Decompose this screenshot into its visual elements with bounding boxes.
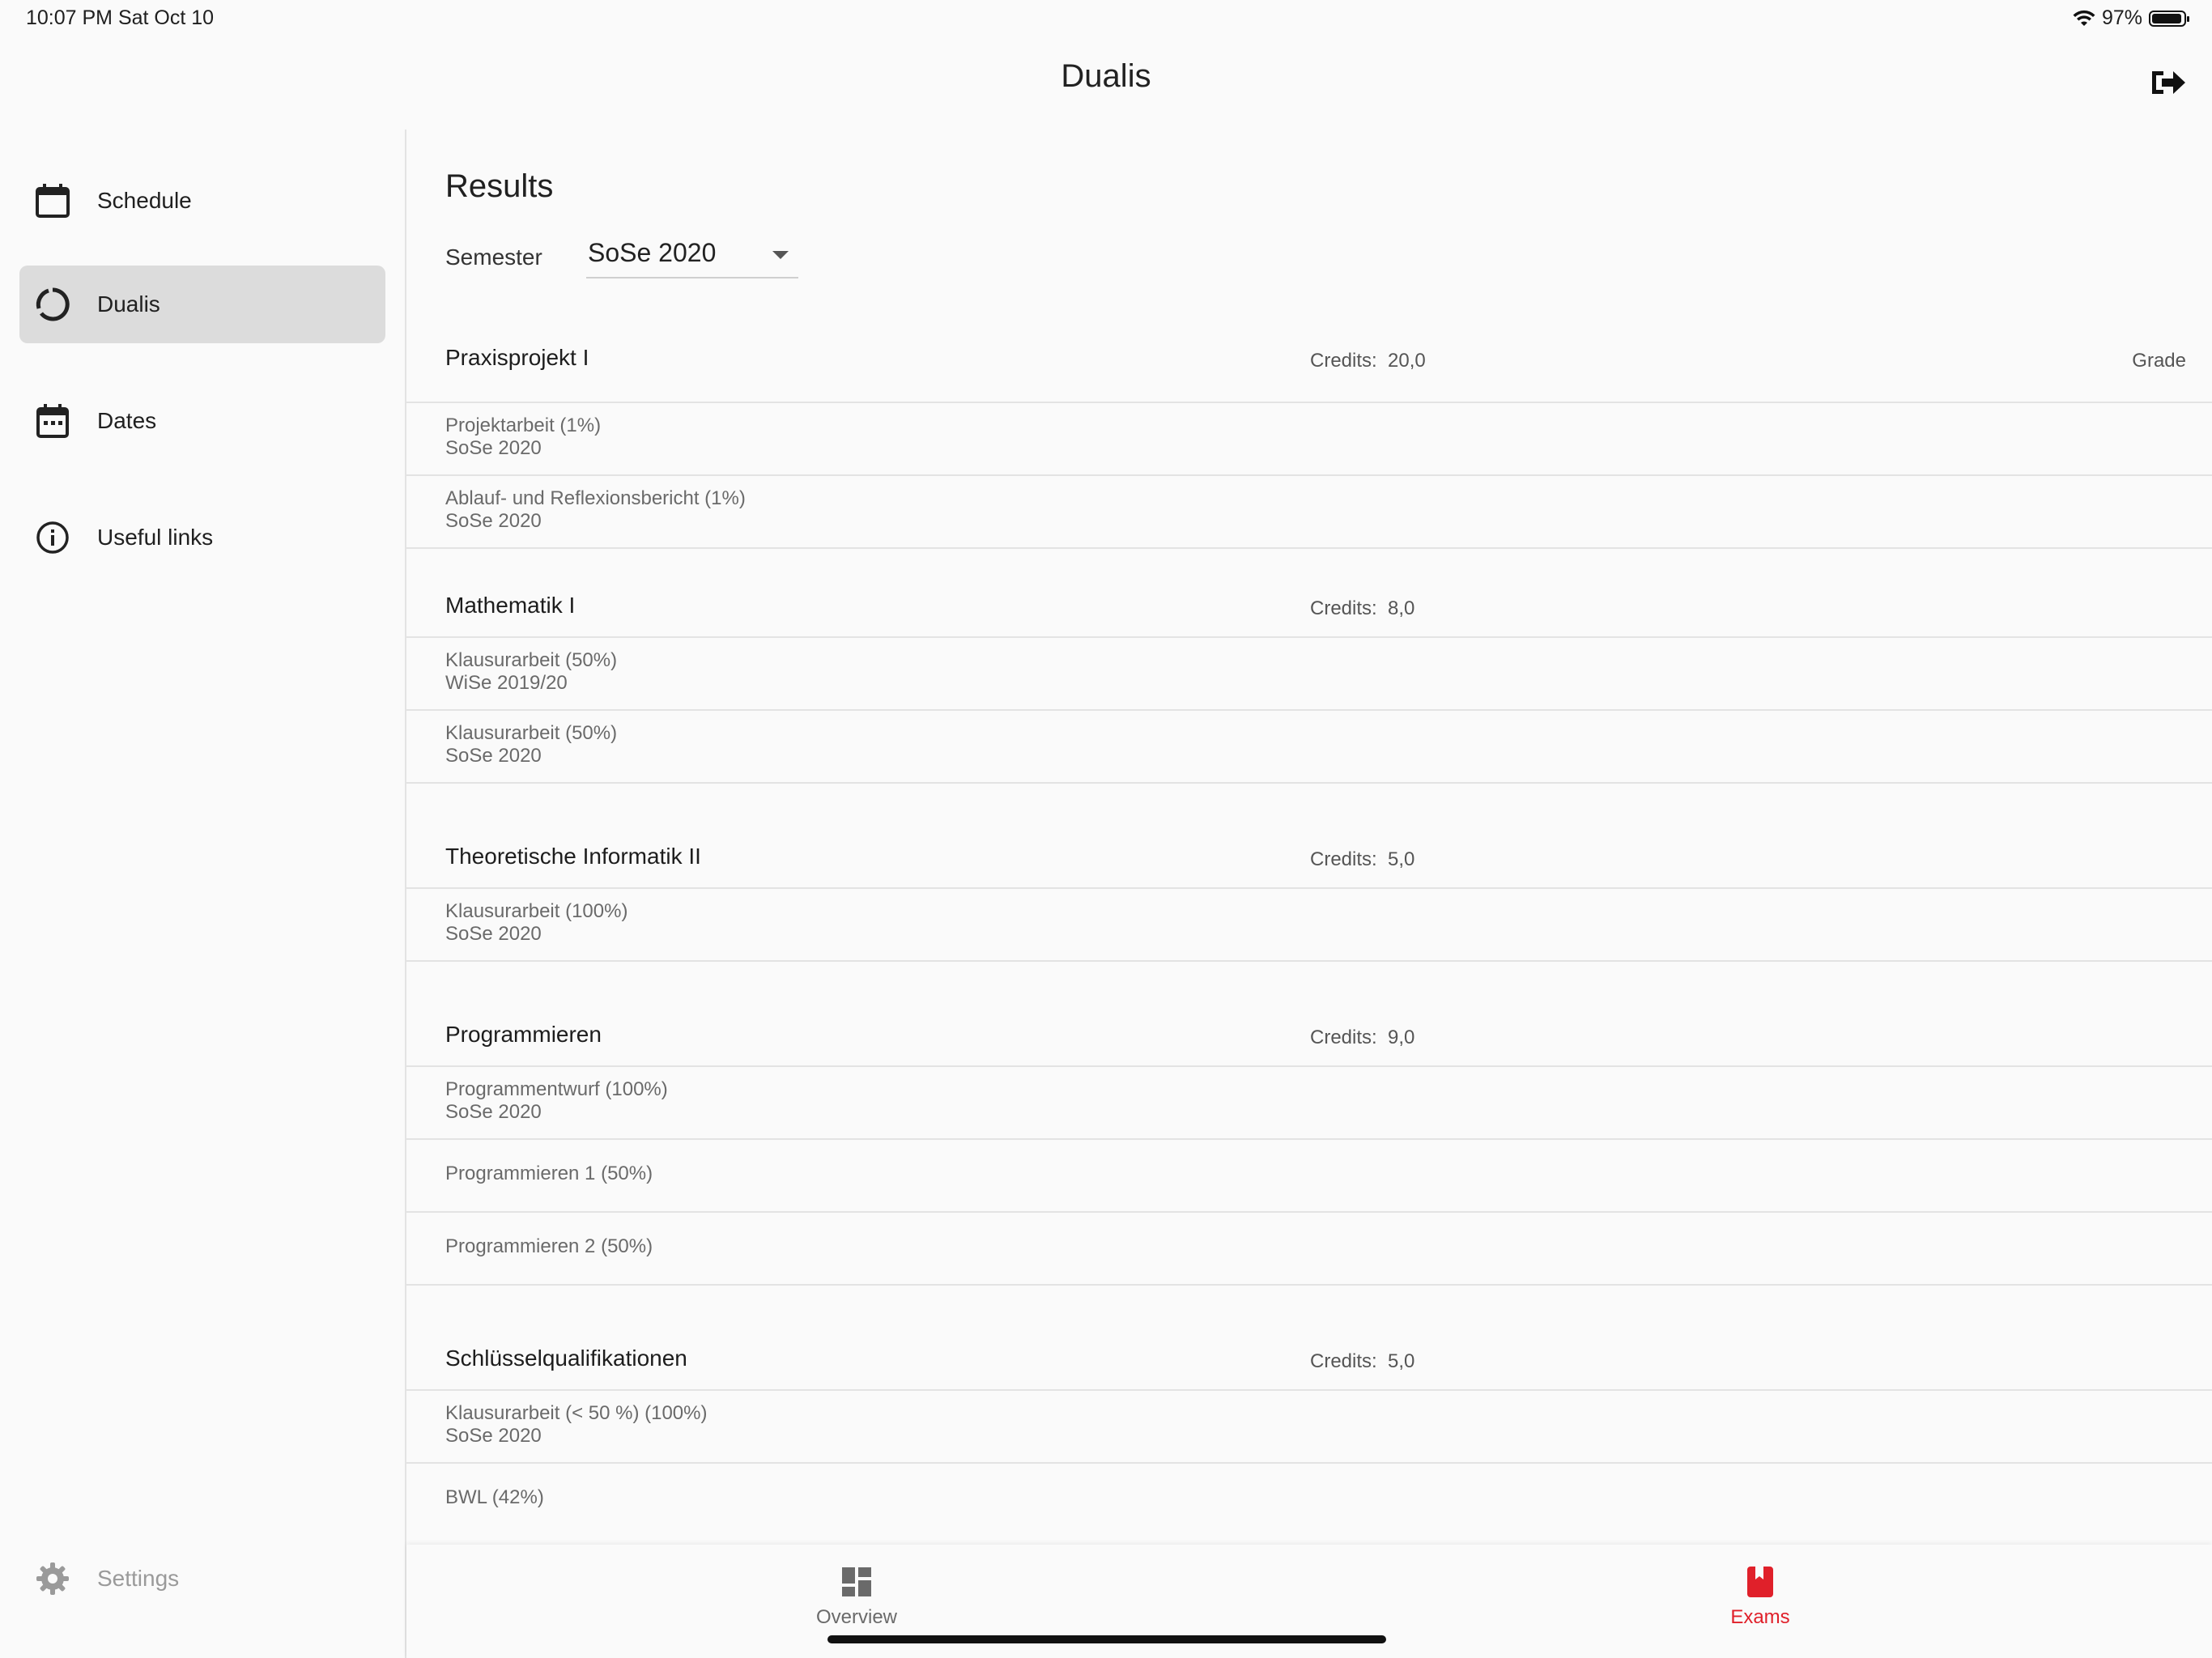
exam-row[interactable]: Programmieren 1 (50%) — [406, 1140, 2212, 1213]
module-credits: Credits: 9,0 — [1310, 1027, 1414, 1049]
module-name: Theoretische Informatik II — [445, 844, 701, 869]
battery-icon — [2149, 10, 2189, 27]
semester-value: SoSe 2020 — [588, 238, 717, 267]
tab-label: Overview — [815, 1606, 898, 1628]
module-section: Schlüsselqualifikationen Credits: 5,0 Kl… — [406, 1300, 2212, 1535]
exam-row[interactable]: BWL (42%) — [406, 1464, 2212, 1535]
module-credits: Credits: 5,0 — [1310, 848, 1414, 871]
credits-value: 8,0 — [1388, 597, 1415, 619]
exam-name: Programmieren 2 (50%) — [445, 1235, 653, 1257]
calendar-icon — [36, 184, 70, 218]
tab-label: Exams — [1730, 1606, 1790, 1628]
exam-semester: WiSe 2019/20 — [445, 672, 568, 694]
tab-exams[interactable]: Exams — [1679, 1558, 1841, 1630]
exam-name: Klausurarbeit (< 50 %) (100%) — [445, 1402, 708, 1424]
exam-row[interactable]: Klausurarbeit (50%) WiSe 2019/20 — [406, 638, 2212, 711]
exam-semester: SoSe 2020 — [445, 510, 542, 532]
sidebar-item-label: Settings — [97, 1566, 180, 1591]
exam-row[interactable]: Klausurarbeit (< 50 %) (100%) SoSe 2020 — [406, 1391, 2212, 1464]
exam-name: Programmentwurf (100%) — [445, 1078, 668, 1100]
exam-row[interactable]: Projektarbeit (1%) SoSe 2020 — [406, 403, 2212, 476]
module-credits: Credits: 8,0 — [1310, 597, 1414, 620]
exam-semester: SoSe 2020 — [445, 923, 542, 945]
sidebar-item-dualis[interactable]: Dualis — [19, 266, 385, 343]
exam-semester: SoSe 2020 — [445, 437, 542, 459]
module-section: Praxisprojekt I Credits: 20,0 Grade Proj… — [406, 321, 2212, 549]
gear-icon — [36, 1562, 69, 1595]
exam-row[interactable]: Programmieren 2 (50%) — [406, 1213, 2212, 1286]
credits-label: Credits: — [1310, 350, 1377, 372]
module-name: Mathematik I — [445, 593, 576, 618]
sidebar-item-label: Useful links — [97, 525, 214, 550]
exam-name: Klausurarbeit (50%) — [445, 649, 618, 671]
credits-value: 5,0 — [1388, 848, 1415, 870]
status-right: 97% — [2073, 6, 2189, 30]
module-name: Praxisprojekt I — [445, 345, 589, 370]
exam-name: Programmieren 1 (50%) — [445, 1163, 653, 1184]
sidebar-item-label: Schedule — [97, 188, 192, 213]
chevron-down-icon — [772, 251, 789, 259]
credits-label: Credits: — [1310, 1027, 1377, 1048]
info-icon — [36, 521, 69, 554]
sidebar-item-dates[interactable]: Dates — [19, 382, 385, 460]
dashboard-icon — [842, 1567, 871, 1596]
module-section: Mathematik I Credits: 8,0 Klausurarbeit … — [406, 547, 2212, 784]
module-section: Programmieren Credits: 9,0 Programmentwu… — [406, 976, 2212, 1286]
exam-row[interactable]: Klausurarbeit (50%) SoSe 2020 — [406, 711, 2212, 784]
exam-name: Ablauf- und Reflexionsbericht (1%) — [445, 487, 746, 509]
exam-name: BWL (42%) — [445, 1486, 544, 1508]
semester-dropdown[interactable]: SoSe 2020 — [586, 236, 798, 278]
credits-label: Credits: — [1310, 1350, 1377, 1372]
semester-label: Semester — [445, 244, 542, 270]
module-section: Theoretische Informatik II Credits: 5,0 … — [406, 798, 2212, 962]
module-header: Praxisprojekt I Credits: 20,0 Grade — [406, 321, 2212, 403]
module-header: Programmieren Credits: 9,0 — [406, 976, 2212, 1067]
bookmark-book-icon — [1747, 1567, 1773, 1597]
credits-value: 20,0 — [1388, 350, 1426, 372]
credits-label: Credits: — [1310, 848, 1377, 870]
home-indicator — [827, 1635, 1386, 1643]
grade-header: Grade — [2132, 350, 2186, 372]
sidebar-item-label: Dates — [97, 408, 157, 433]
exam-semester: SoSe 2020 — [445, 1101, 542, 1123]
wifi-icon — [2073, 10, 2095, 26]
page-title: Results — [445, 168, 554, 204]
sidebar-item-useful-links[interactable]: Useful links — [19, 499, 385, 576]
app-title: Dualis — [1061, 58, 1151, 94]
app-root: 10:07 PM Sat Oct 10 97% Dualis Schedule … — [0, 0, 2212, 1658]
exam-name: Projektarbeit (1%) — [445, 414, 602, 436]
tab-overview[interactable]: Overview — [776, 1558, 938, 1630]
credits-value: 9,0 — [1388, 1027, 1415, 1048]
circular-progress-icon — [36, 287, 70, 321]
module-credits: Credits: 5,0 — [1310, 1350, 1414, 1373]
sidebar-item-schedule[interactable]: Schedule — [19, 162, 385, 240]
battery-percent: 97% — [2101, 6, 2142, 29]
results-panel: Results Semester SoSe 2020 Praxisprojekt… — [406, 130, 2212, 1546]
credits-value: 5,0 — [1388, 1350, 1415, 1372]
module-header: Theoretische Informatik II Credits: 5,0 — [406, 798, 2212, 889]
module-name: Programmieren — [445, 1022, 602, 1047]
exam-name: Klausurarbeit (100%) — [445, 900, 628, 922]
status-bar: 10:07 PM Sat Oct 10 97% — [0, 0, 2212, 39]
module-header: Mathematik I Credits: 8,0 — [406, 547, 2212, 638]
exam-row[interactable]: Klausurarbeit (100%) SoSe 2020 — [406, 889, 2212, 962]
logout-icon[interactable] — [2149, 66, 2188, 99]
status-time: 10:07 PM Sat Oct 10 — [26, 6, 215, 29]
sidebar-item-settings[interactable]: Settings — [19, 1540, 385, 1618]
calendar-dots-icon — [36, 404, 69, 438]
exam-semester: SoSe 2020 — [445, 745, 542, 767]
exam-semester: SoSe 2020 — [445, 1425, 542, 1447]
module-name: Schlüsselqualifikationen — [445, 1346, 687, 1371]
exam-name: Klausurarbeit (50%) — [445, 722, 618, 744]
exam-row[interactable]: Programmentwurf (100%) SoSe 2020 — [406, 1067, 2212, 1140]
credits-label: Credits: — [1310, 597, 1377, 619]
app-bar: Dualis — [0, 39, 2212, 130]
bottom-navigation: Overview Exams — [406, 1545, 2212, 1658]
module-credits: Credits: 20,0 — [1310, 350, 1426, 372]
sidebar-item-label: Dualis — [97, 291, 160, 317]
exam-row[interactable]: Ablauf- und Reflexionsbericht (1%) SoSe … — [406, 476, 2212, 549]
module-header: Schlüsselqualifikationen Credits: 5,0 — [406, 1300, 2212, 1391]
sidebar: Schedule Dualis Dates Useful links Setti… — [0, 130, 406, 1658]
